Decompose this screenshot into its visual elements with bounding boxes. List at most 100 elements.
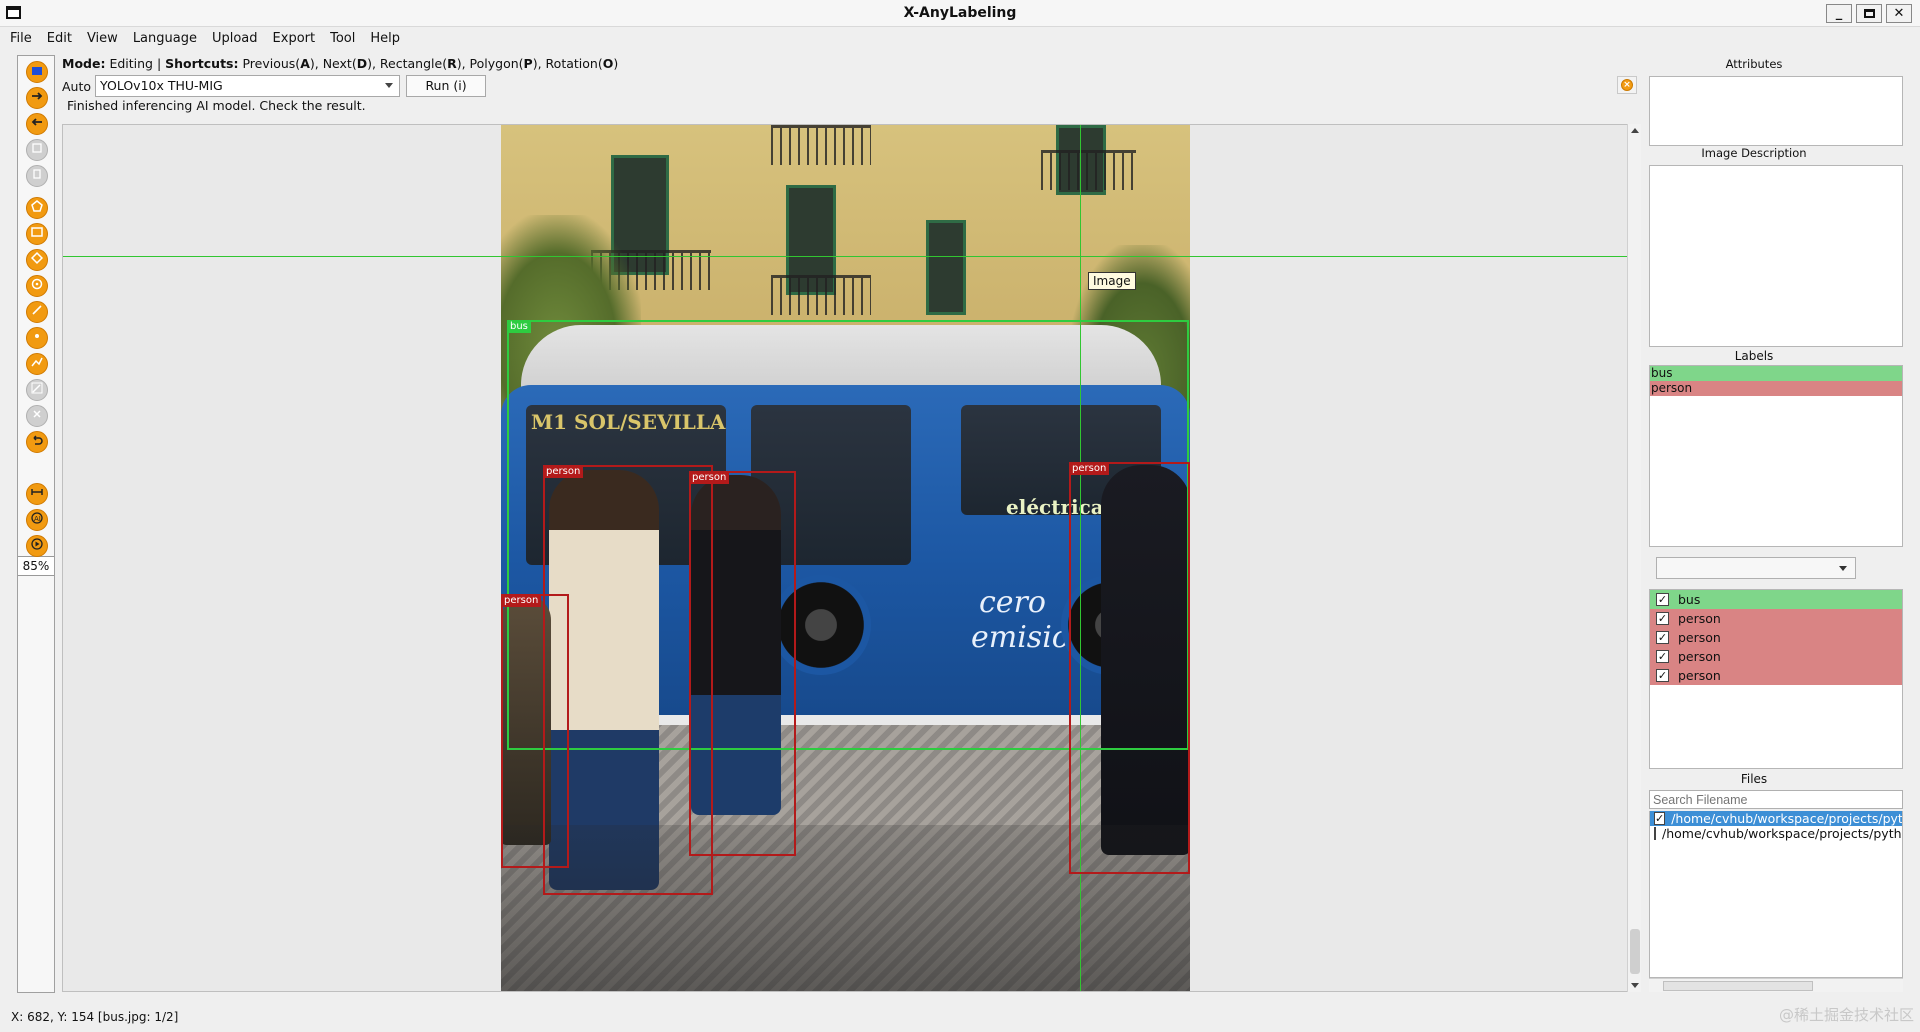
delete-file-tool-button[interactable]	[26, 165, 48, 187]
rectangle-icon	[30, 225, 44, 243]
fit-width-tool-button[interactable]	[26, 483, 48, 505]
scroll-up-icon[interactable]	[1631, 128, 1639, 133]
file-item[interactable]: /home/cvhub/workspace/projects/pytho	[1650, 826, 1902, 841]
polygon-icon	[30, 199, 44, 217]
scrollbar-thumb[interactable]	[1630, 929, 1640, 974]
bbox-label: person	[501, 594, 542, 607]
ai-tool-button[interactable]: AI	[26, 509, 48, 531]
polygon-tool-button[interactable]	[26, 197, 48, 219]
auto-label: Auto	[62, 78, 92, 94]
checkbox[interactable]: ✓	[1656, 593, 1669, 606]
close-window-button[interactable]: ✕	[1886, 4, 1912, 23]
status-bar: X: 682, Y: 154 [bus.jpg: 1/2]	[11, 1010, 179, 1024]
shape-item-person[interactable]: ✓ person	[1650, 609, 1902, 628]
shortcut-text: ),	[309, 56, 323, 71]
delete-file-icon	[30, 167, 44, 185]
shortcut-key: P	[523, 56, 533, 71]
scrollbar-thumb[interactable]	[1663, 981, 1813, 991]
mode-label: Mode:	[62, 56, 106, 71]
image-description-title: Image Description	[1701, 146, 1807, 160]
checkbox[interactable]: ✓	[1656, 631, 1669, 644]
shapes-list[interactable]: ✓ bus ✓ person ✓ person ✓ person ✓ person	[1649, 589, 1903, 769]
line-tool-button[interactable]	[26, 301, 48, 323]
label-item-bus[interactable]: bus	[1650, 366, 1902, 381]
file-item[interactable]: ✓ /home/cvhub/workspace/projects/pytho	[1650, 811, 1902, 826]
next-image-icon	[30, 89, 44, 107]
label-filter-combo[interactable]	[1656, 557, 1856, 579]
inference-status: Finished inferencing AI model. Check the…	[67, 98, 366, 113]
shortcut-key: A	[300, 56, 310, 71]
bbox-person[interactable]: person	[689, 471, 796, 856]
search-filename-input[interactable]	[1649, 790, 1903, 809]
next-image-tool-button[interactable]	[26, 87, 48, 109]
bbox-person[interactable]: person	[501, 594, 569, 868]
circle-tool-button[interactable]	[26, 275, 48, 297]
edit-tool-button[interactable]	[26, 379, 48, 401]
rotation-icon	[30, 251, 44, 269]
checkbox[interactable]: ✓	[1656, 669, 1669, 682]
bbox-person[interactable]: person	[1069, 462, 1190, 874]
line-icon	[30, 303, 44, 321]
ai-icon: AI	[30, 511, 44, 529]
delete-shape-tool-button[interactable]	[26, 405, 48, 427]
undo-tool-button[interactable]	[26, 431, 48, 453]
linestrip-icon	[30, 355, 44, 373]
shortcut-text: ),	[367, 56, 380, 71]
auto-row: Auto YOLOv10x THU-MIG Run (i)	[62, 75, 487, 97]
menu-help[interactable]: Help	[370, 31, 400, 46]
linestrip-tool-button[interactable]	[26, 353, 48, 375]
menu-view[interactable]: View	[87, 31, 118, 46]
files-list[interactable]: ✓/home/cvhub/workspace/projects/pytho/ho…	[1649, 811, 1903, 978]
open-folder-tool-button[interactable]	[26, 61, 48, 83]
checkbox[interactable]: ✓	[1656, 650, 1669, 663]
menu-file[interactable]: File	[10, 31, 32, 46]
menu-upload[interactable]: Upload	[212, 31, 258, 46]
tooltip: Image	[1088, 272, 1136, 290]
save-icon	[30, 141, 44, 159]
undo-icon	[30, 433, 44, 451]
checkbox[interactable]	[1654, 827, 1656, 840]
balcony	[771, 125, 871, 165]
attributes-box[interactable]	[1649, 76, 1903, 146]
menu-bar: File Edit View Language Upload Export To…	[0, 27, 1920, 49]
rectangle-tool-button[interactable]	[26, 223, 48, 245]
image-description-textarea[interactable]	[1649, 165, 1903, 347]
balcony	[1041, 150, 1136, 190]
canvas-vertical-scrollbar[interactable]	[1627, 124, 1641, 992]
bbox-label: person	[543, 465, 584, 478]
save-tool-button[interactable]	[26, 139, 48, 161]
menu-export[interactable]: Export	[273, 31, 316, 46]
point-tool-button[interactable]	[26, 327, 48, 349]
shape-item-person[interactable]: ✓ person	[1650, 628, 1902, 647]
checkbox[interactable]: ✓	[1654, 812, 1666, 825]
menu-language[interactable]: Language	[133, 31, 197, 46]
image-canvas[interactable]: M1 SOL/SEVILLA eléctricamEMTe cero emisi…	[62, 124, 1628, 992]
menu-tool[interactable]: Tool	[330, 31, 355, 46]
model-select[interactable]: YOLOv10x THU-MIG	[95, 75, 401, 97]
prev-image-tool-button[interactable]	[26, 113, 48, 135]
mode-value: Editing |	[109, 56, 166, 71]
shape-item-label: person	[1678, 611, 1721, 626]
shape-item-person[interactable]: ✓ person	[1650, 647, 1902, 666]
maximize-icon	[1863, 9, 1875, 18]
labels-list[interactable]: bus person	[1649, 365, 1903, 547]
run-all-tool-button[interactable]	[26, 535, 48, 557]
menu-edit[interactable]: Edit	[47, 31, 72, 46]
rotation-tool-button[interactable]	[26, 249, 48, 271]
shortcut-key: R	[447, 56, 457, 71]
minimize-button[interactable]: _	[1826, 4, 1852, 23]
label-item-person[interactable]: person	[1650, 381, 1902, 396]
zoom-level[interactable]: 85%	[18, 556, 54, 576]
balcony	[771, 275, 871, 315]
scroll-down-icon[interactable]	[1631, 983, 1639, 988]
files-horizontal-scrollbar[interactable]	[1649, 978, 1903, 992]
run-button[interactable]: Run (i)	[406, 75, 487, 97]
shortcut-key: D	[356, 56, 368, 71]
shape-item-person[interactable]: ✓ person	[1650, 666, 1902, 685]
maximize-button[interactable]	[1856, 4, 1882, 23]
shortcut-text: )	[613, 56, 619, 71]
shape-item-bus[interactable]: ✓ bus	[1650, 590, 1902, 609]
close-ai-panel-button[interactable]: ×	[1617, 76, 1637, 94]
checkbox[interactable]: ✓	[1656, 612, 1669, 625]
circle-icon	[30, 277, 44, 295]
